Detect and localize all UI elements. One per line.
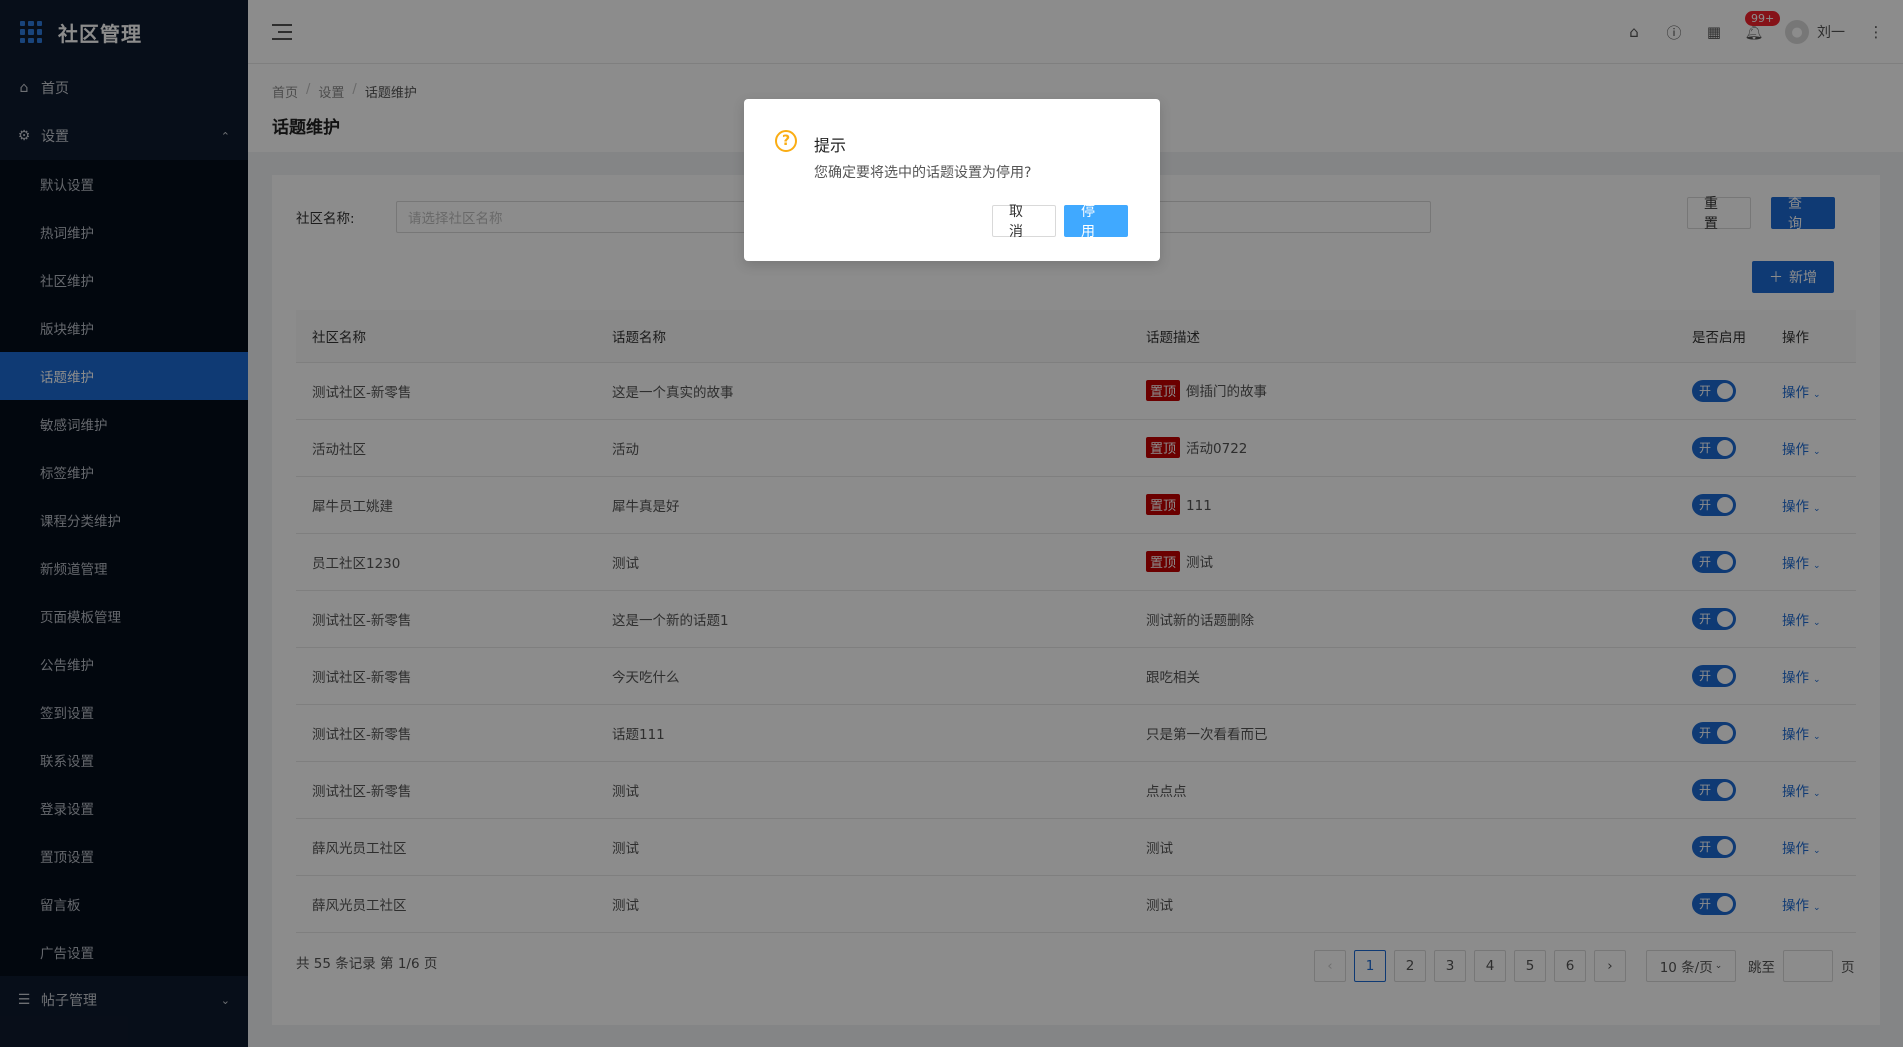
- dialog-title: 提示: [814, 136, 847, 155]
- disable-confirm-button[interactable]: 停用: [1064, 204, 1128, 240]
- question-circle-icon: ?: [775, 130, 797, 152]
- confirm-dialog: ? 提示 您确定要将选中的话题设置为停用? 取消 停用: [744, 99, 1160, 261]
- dialog-message: 您确定要将选中的话题设置为停用?: [814, 165, 1032, 181]
- cancel-button[interactable]: 取消: [992, 204, 1056, 240]
